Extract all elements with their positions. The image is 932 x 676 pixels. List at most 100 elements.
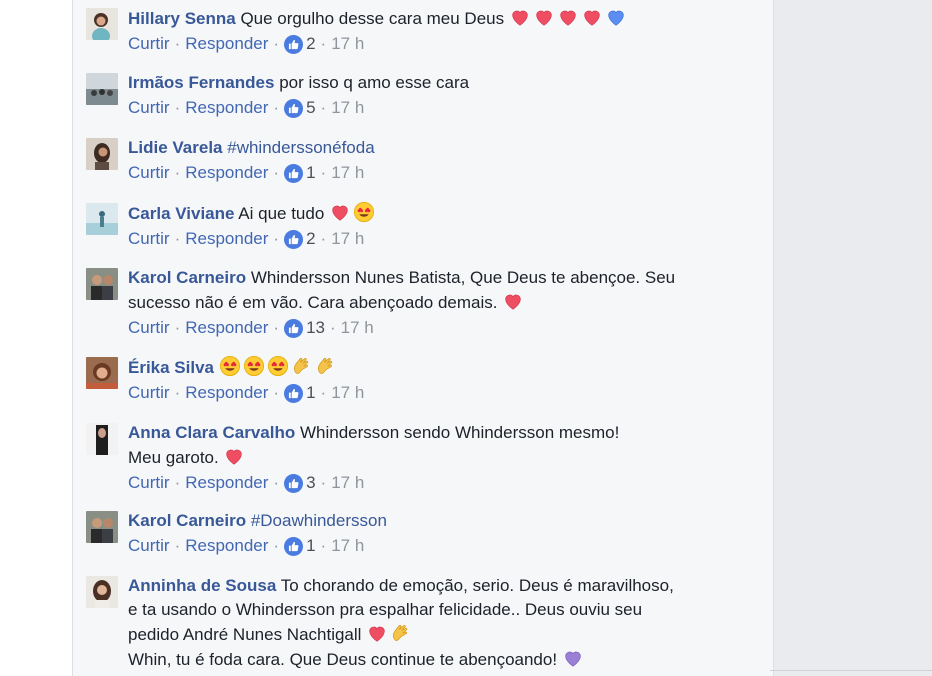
like-button[interactable]: Curtir xyxy=(128,383,170,403)
like-count: 2 xyxy=(306,229,316,248)
thumbs-up-icon xyxy=(284,98,304,118)
heart-red-icon xyxy=(536,10,552,26)
avatar-image xyxy=(86,576,118,608)
avatar[interactable] xyxy=(86,511,118,543)
reply-button[interactable]: Responder xyxy=(185,383,268,403)
timestamp[interactable]: 17 h xyxy=(331,163,364,183)
avatar[interactable] xyxy=(86,423,118,455)
like-button[interactable]: Curtir xyxy=(128,473,170,493)
comment-body: Karol Carneiro Whindersson Nunes Batista… xyxy=(128,266,728,338)
comment-author[interactable]: Carla Viviane xyxy=(128,204,234,223)
thumbs-up-icon xyxy=(284,318,304,338)
clapping-hands-icon xyxy=(317,357,333,374)
like-count: 2 xyxy=(306,34,316,53)
heart-red-icon xyxy=(505,294,521,310)
emoji-group xyxy=(509,9,629,28)
separator: · xyxy=(320,34,327,53)
comment-text: Whindersson Nunes Batista, Que Deus te a… xyxy=(250,268,676,287)
left-gutter xyxy=(0,0,73,676)
like-count-badge[interactable]: 3 xyxy=(284,473,316,493)
like-count-badge[interactable]: 2 xyxy=(284,34,316,54)
avatar[interactable] xyxy=(86,73,118,105)
thumbs-up-icon xyxy=(284,163,304,183)
reply-button[interactable]: Responder xyxy=(185,34,268,54)
avatar-image xyxy=(86,268,118,300)
avatar[interactable] xyxy=(86,576,118,608)
like-button[interactable]: Curtir xyxy=(128,163,170,183)
reply-button[interactable]: Responder xyxy=(185,473,268,493)
like-button[interactable]: Curtir xyxy=(128,536,170,556)
like-count-badge[interactable]: 1 xyxy=(284,536,316,556)
comment-body: Hillary Senna Que orgulho desse cara meu… xyxy=(128,6,728,54)
reply-button[interactable]: Responder xyxy=(185,163,268,183)
like-count-badge[interactable]: 2 xyxy=(284,229,316,249)
avatar[interactable] xyxy=(86,138,118,170)
like-count-badge[interactable]: 5 xyxy=(284,98,316,118)
reply-button[interactable]: Responder xyxy=(185,229,268,249)
reply-button[interactable]: Responder xyxy=(185,318,268,338)
avatar-image xyxy=(86,203,118,235)
separator: · xyxy=(273,34,280,53)
comment-author[interactable]: Anna Clara Carvalho xyxy=(128,423,295,442)
comment-author[interactable]: Lidie Varela xyxy=(128,138,223,157)
reply-button[interactable]: Responder xyxy=(185,536,268,556)
heart-eyes-emoji-icon xyxy=(243,356,264,376)
comment-author[interactable]: Érika Silva xyxy=(128,358,214,377)
avatar[interactable] xyxy=(86,8,118,40)
clapping-hands-icon xyxy=(293,357,309,374)
avatar-image xyxy=(86,8,118,40)
like-count-badge[interactable]: 13 xyxy=(284,318,325,338)
comment-author[interactable]: Karol Carneiro xyxy=(128,268,246,287)
heart-eyes-emoji-icon xyxy=(354,202,375,222)
avatar-image xyxy=(86,423,118,455)
comment-text: Whin, tu é foda cara. Que Deus continue … xyxy=(128,650,558,669)
comment-actions: Curtir · Responder · 5 · 17 h xyxy=(128,98,728,118)
avatar[interactable] xyxy=(86,268,118,300)
heart-eyes-emoji-icon xyxy=(267,356,288,376)
heart-red-icon xyxy=(584,10,600,26)
timestamp[interactable]: 17 h xyxy=(331,473,364,493)
avatar-image xyxy=(86,138,118,170)
separator: · xyxy=(320,98,327,117)
comment-actions: Curtir · Responder · 2 · 17 h xyxy=(128,229,728,249)
thumbs-up-icon xyxy=(284,229,304,249)
separator: · xyxy=(320,383,327,402)
separator: · xyxy=(273,383,280,402)
timestamp[interactable]: 17 h xyxy=(331,98,364,118)
timestamp[interactable]: 17 h xyxy=(331,383,364,403)
like-count-badge[interactable]: 1 xyxy=(284,383,316,403)
comment-author[interactable]: Hillary Senna xyxy=(128,9,236,28)
avatar-image xyxy=(86,357,118,389)
avatar[interactable] xyxy=(86,357,118,389)
timestamp[interactable]: 17 h xyxy=(331,229,364,249)
timestamp[interactable]: 17 h xyxy=(331,34,364,54)
thumbs-up-icon xyxy=(284,473,304,493)
separator: · xyxy=(320,163,327,182)
comment-author[interactable]: Karol Carneiro xyxy=(128,511,246,530)
like-count-badge[interactable]: 1 xyxy=(284,163,316,183)
hashtag-link[interactable]: #whinderssonéfoda xyxy=(227,138,374,157)
comment-actions: Curtir · Responder · 3 · 17 h xyxy=(128,473,728,493)
reply-button[interactable]: Responder xyxy=(185,98,268,118)
thumbs-up-icon xyxy=(284,34,304,54)
comment-text: sucesso não é em vão. Cara abençoado dem… xyxy=(128,293,498,312)
like-button[interactable]: Curtir xyxy=(128,98,170,118)
hashtag-link[interactable]: #Doawhindersson xyxy=(251,511,387,530)
comment-text: pedido André Nunes Nachtigall xyxy=(128,625,362,644)
like-count: 5 xyxy=(306,98,316,117)
timestamp[interactable]: 17 h xyxy=(331,536,364,556)
comment-author[interactable]: Irmãos Fernandes xyxy=(128,73,274,92)
avatar-image xyxy=(86,73,118,105)
like-button[interactable]: Curtir xyxy=(128,229,170,249)
heart-red-icon xyxy=(226,449,243,465)
avatar[interactable] xyxy=(86,203,118,235)
comment-body: Anninha de Sousa To chorando de emoção, … xyxy=(128,574,728,672)
comment-text: Whindersson sendo Whindersson mesmo! xyxy=(299,423,620,442)
comment-author[interactable]: Anninha de Sousa xyxy=(128,576,276,595)
like-button[interactable]: Curtir xyxy=(128,34,170,54)
timestamp[interactable]: 17 h xyxy=(341,318,374,338)
comment-text: Ai que tudo xyxy=(238,204,325,223)
separator: · xyxy=(174,34,181,53)
like-button[interactable]: Curtir xyxy=(128,318,170,338)
comment-body: Anna Clara Carvalho Whindersson sendo Wh… xyxy=(128,421,728,493)
